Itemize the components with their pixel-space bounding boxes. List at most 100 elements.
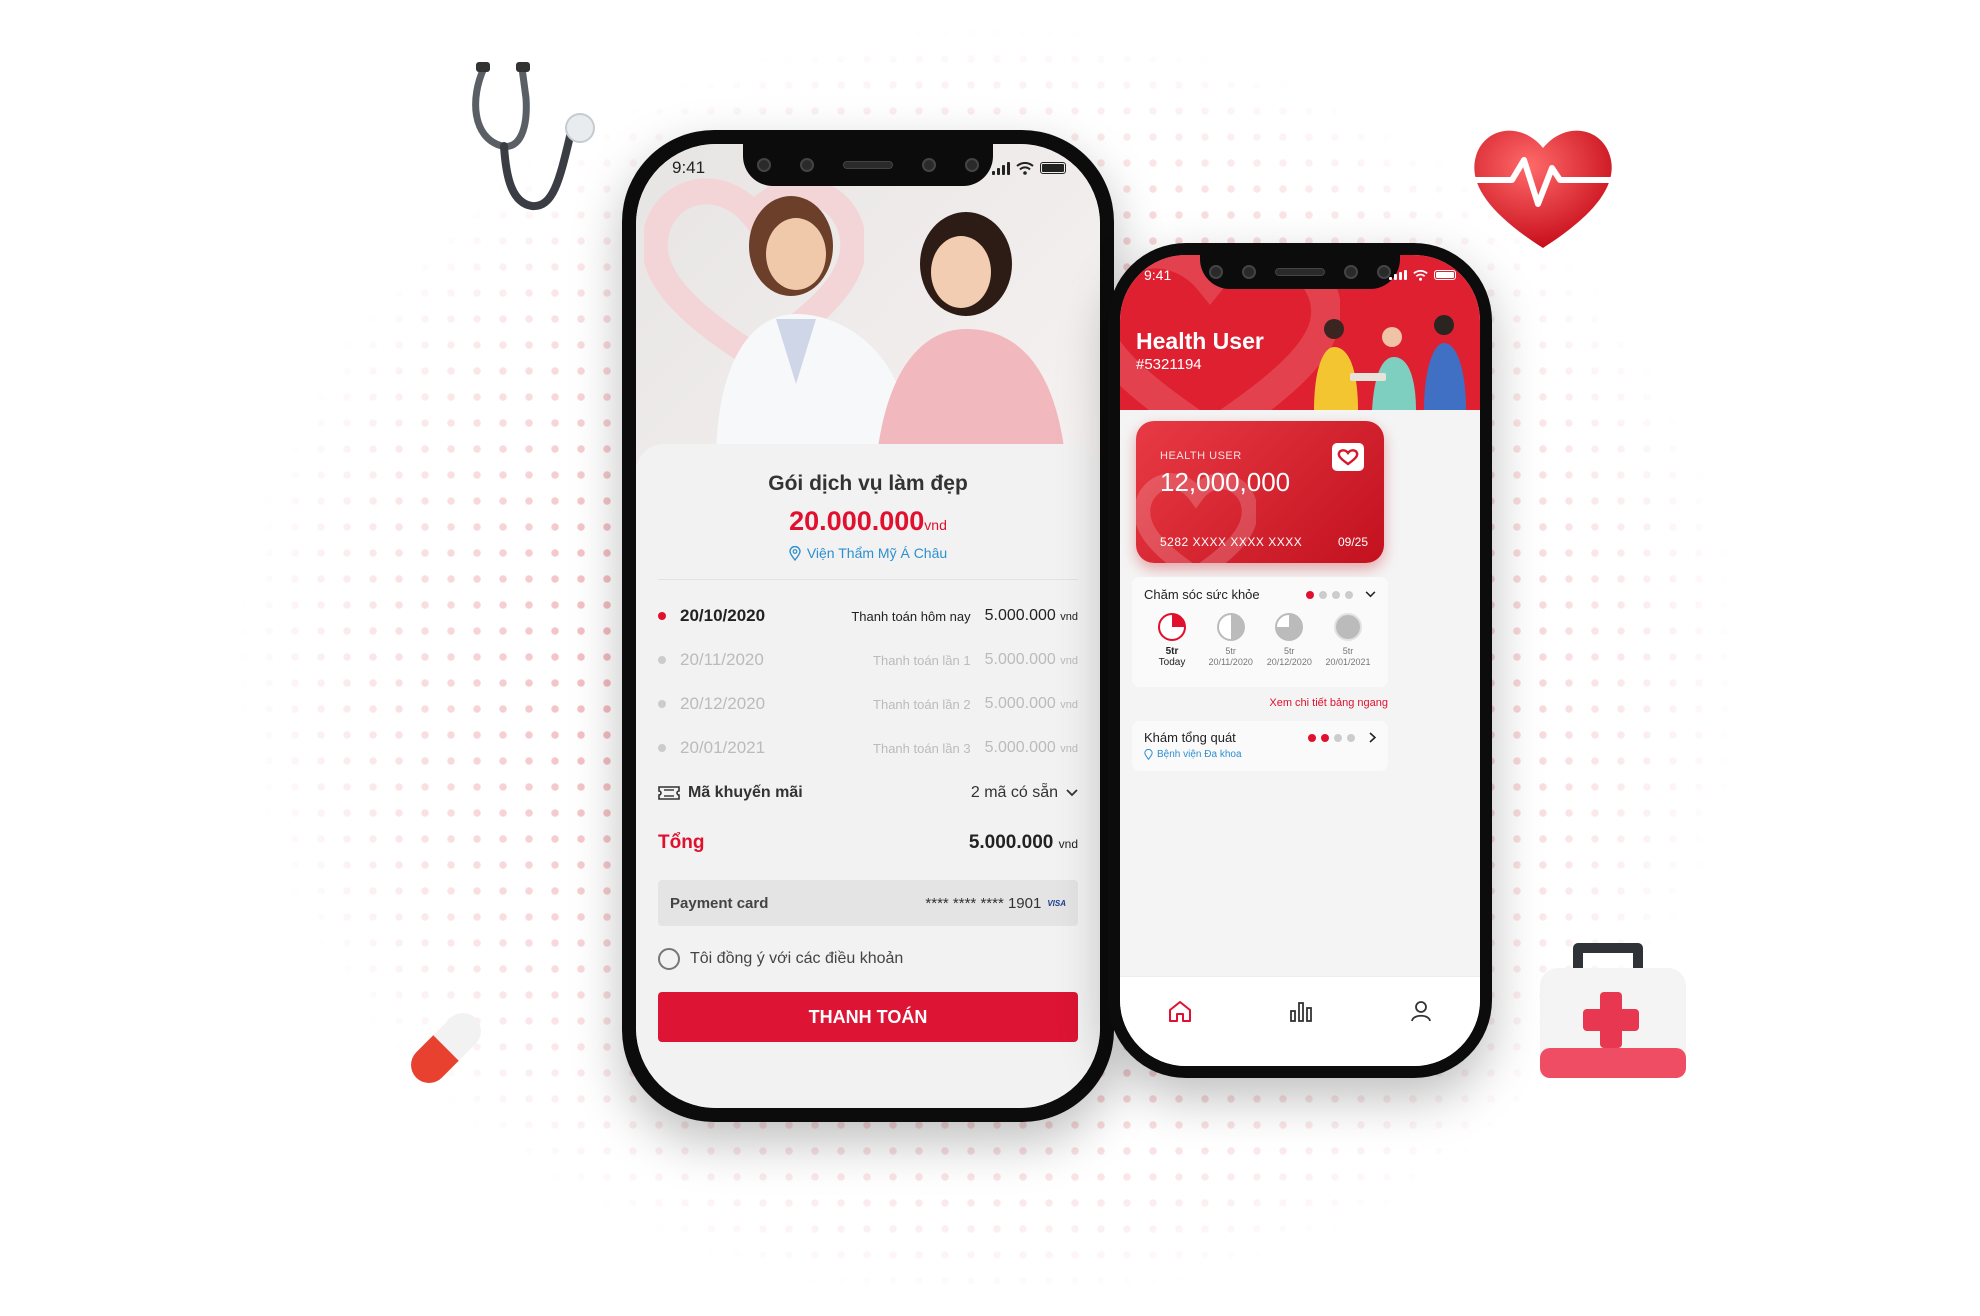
schedule-date: 20/01/2021 (680, 738, 766, 757)
schedule-row: 20/01/2021 Thanh toán lần 3 5.000.000 vn… (658, 726, 1078, 770)
first-aid-kit-icon (1540, 943, 1686, 1078)
chevron-down-icon (1066, 789, 1078, 797)
chart-icon[interactable] (1288, 999, 1314, 1023)
schedule-desc: Thanh toán lần 3 (873, 740, 971, 756)
total-amount: 5.000.000 vnd (968, 832, 1078, 853)
schedule-dot (658, 656, 666, 664)
ticket-icon (658, 786, 680, 800)
schedule-desc: Thanh toán lần 2 (873, 696, 971, 712)
terms-agreement[interactable]: Tôi đồng ý với các điều khoản (658, 948, 1078, 970)
location-pin-icon (789, 545, 801, 561)
user-id: #5321194 (1136, 356, 1202, 373)
installment-pie-icon (1333, 613, 1362, 641)
pill-icon (411, 1013, 481, 1083)
healthcare-workers-illustration (1314, 315, 1466, 410)
promo-label: Mã khuyến mãi (688, 784, 803, 801)
schedule-date: 20/10/2020 (680, 606, 766, 625)
schedule-row: 20/10/2020 Thanh toán hôm nay 5.000.000 … (658, 594, 1078, 638)
payment-card-number: **** **** **** 1901 (925, 894, 1042, 912)
package-location[interactable]: Viện Thẩm Mỹ Á Châu (658, 545, 1078, 561)
bottom-tab-bar (1120, 976, 1480, 1066)
payment-schedule: 20/10/2020 Thanh toán hôm nay 5.000.000 … (658, 594, 1078, 770)
profile-header: 9:41 Health User #5321194 (1120, 255, 1480, 410)
installment-item: 5tr 20/11/2020 (1203, 612, 1259, 668)
schedule-date: 20/12/2020 (680, 694, 766, 713)
chevron-right-icon (1369, 732, 1376, 743)
exam-location: Bệnh viện Đa khoa (1157, 749, 1242, 760)
promo-value: 2 mã có sẵn (970, 784, 1058, 801)
exam-title: Khám tổng quát (1144, 730, 1236, 745)
wifi-icon (1413, 269, 1428, 281)
total-label: Tổng (658, 832, 705, 853)
dashboard-screen: 9:41 Health User #5321194 HEALTH USER 12… (1120, 255, 1480, 1066)
schedule-desc: Thanh toán lần 1 (873, 652, 971, 668)
card-expiry: 09/25 (1337, 535, 1368, 549)
profile-icon[interactable] (1409, 999, 1433, 1023)
care-title: Chăm sóc sức khỏe (1144, 587, 1260, 602)
wifi-icon (1016, 161, 1034, 175)
package-price-currency: vnd (924, 517, 947, 533)
care-installments: 5tr Today 5tr 20/11/2020 5tr 20/12/2020 … (1144, 612, 1376, 668)
schedule-date: 20/11/2020 (680, 650, 764, 669)
user-name: Health User (1136, 328, 1264, 354)
signal-icon (992, 161, 1010, 175)
schedule-desc: Thanh toán hôm nay (851, 608, 971, 624)
schedule-dot (658, 700, 666, 708)
signal-icon (1389, 270, 1407, 280)
card-brand-icon (1332, 443, 1364, 471)
schedule-dot (658, 612, 666, 620)
payment-card-label: Payment card (670, 894, 769, 912)
schedule-amount: 5.000.000 vnd (984, 607, 1078, 624)
payment-sheet: Gói dịch vụ làm đẹp 20.000.000vnd Viện T… (636, 444, 1100, 1108)
terms-label: Tôi đồng ý với các điều khoản (690, 950, 904, 967)
checkout-screen: 9:41 Gói dịch vụ làm đẹp 20.000.000vnd V… (636, 144, 1100, 1108)
patient-image (876, 212, 1066, 464)
schedule-row: 20/12/2020 Thanh toán lần 2 5.000.000 vn… (658, 682, 1078, 726)
installment-pie-icon (1158, 613, 1186, 641)
exam-progress-dots (1308, 733, 1355, 742)
checkout-phone: 9:41 Gói dịch vụ làm đẹp 20.000.000vnd V… (622, 130, 1114, 1122)
card-number: 5282 XXXX XXXX XXXX (1160, 535, 1303, 549)
schedule-dot (658, 744, 666, 752)
care-progress-dots (1306, 590, 1353, 599)
payment-card-selector[interactable]: Payment card **** **** **** 1901 VISA (658, 880, 1078, 926)
terms-radio[interactable] (658, 948, 680, 970)
health-care-panel[interactable]: Chăm sóc sức khỏe 5tr Today 5tr 20/11/20… (1132, 577, 1388, 687)
visa-logo-icon: VISA (1047, 898, 1066, 908)
battery-icon (1434, 270, 1456, 280)
package-price-amount: 20.000.000 (789, 506, 925, 536)
status-time: 9:41 (1144, 267, 1172, 283)
status-bar: 9:41 (636, 144, 1100, 192)
status-time: 9:41 (672, 158, 706, 177)
view-detail-link[interactable]: Xem chi tiết bảng ngang (1120, 697, 1388, 709)
health-card[interactable]: HEALTH USER 12,000,000 5282 XXXX XXXX XX… (1136, 421, 1384, 563)
total-row: Tổng 5.000.000 vnd (658, 832, 1078, 854)
card-balance: 12,000,000 (1160, 467, 1291, 497)
general-exam-item[interactable]: Khám tổng quát Bệnh viện Đa khoa (1132, 721, 1388, 771)
schedule-amount: 5.000.000 vnd (984, 739, 1078, 756)
installment-pie-icon (1216, 613, 1245, 641)
hero-image (636, 144, 1100, 464)
pay-button[interactable]: THANH TOÁN (658, 992, 1078, 1042)
dashboard-phone: 9:41 Health User #5321194 HEALTH USER 12… (1108, 243, 1492, 1078)
card-label: HEALTH USER (1160, 450, 1242, 462)
installment-item: 5tr Today (1144, 612, 1200, 668)
schedule-amount: 5.000.000 vnd (984, 695, 1078, 712)
stethoscope-icon (472, 62, 595, 211)
battery-icon (1040, 162, 1066, 174)
installment-item: 5tr 20/01/2021 (1320, 612, 1376, 668)
installment-pie-icon (1275, 613, 1304, 641)
package-price: 20.000.000vnd (658, 506, 1078, 537)
divider (658, 579, 1078, 580)
installment-item: 5tr 20/12/2020 (1261, 612, 1317, 668)
chevron-down-icon[interactable] (1365, 591, 1376, 598)
package-location-label: Viện Thẩm Mỹ Á Châu (806, 545, 948, 561)
schedule-amount: 5.000.000 vnd (984, 651, 1078, 668)
promo-code-selector[interactable]: Mã khuyến mãi 2 mã có sẵn (658, 784, 1078, 802)
home-icon[interactable] (1167, 999, 1193, 1023)
package-title: Gói dịch vụ làm đẹp (768, 472, 968, 495)
status-bar: 9:41 (1120, 255, 1480, 295)
location-pin-icon (1144, 749, 1153, 760)
heart-icon (1471, 130, 1617, 248)
schedule-row: 20/11/2020 Thanh toán lần 1 5.000.000 vn… (658, 638, 1078, 682)
